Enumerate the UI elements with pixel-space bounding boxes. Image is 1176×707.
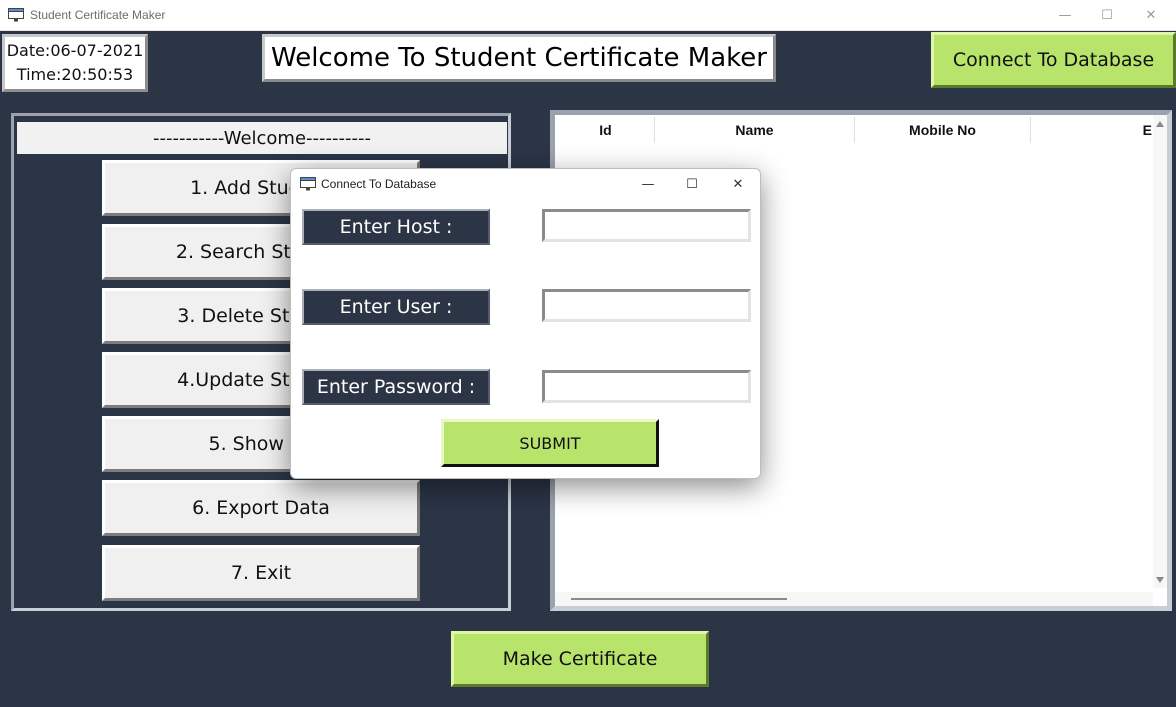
table-header: Id Name Mobile No E	[557, 117, 1155, 143]
column-header-mobile[interactable]: Mobile No	[855, 117, 1031, 143]
window-titlebar: Student Certificate Maker — ☐ ✕	[0, 0, 1176, 31]
host-label: Enter Host :	[302, 209, 490, 245]
page-title: Welcome To Student Certificate Maker	[262, 34, 776, 82]
password-input[interactable]	[542, 370, 751, 403]
close-icon: ✕	[1145, 8, 1157, 23]
window-title: Student Certificate Maker	[30, 8, 166, 22]
vertical-scrollbar[interactable]	[1153, 115, 1167, 588]
date-label: Date:06-07-2021	[6, 41, 144, 60]
user-input[interactable]	[542, 289, 751, 322]
maximize-icon: ☐	[1101, 8, 1113, 23]
submit-button[interactable]: SUBMIT	[441, 419, 659, 467]
dialog-title: Connect To Database	[321, 177, 437, 191]
dialog-minimize-button[interactable]: —	[626, 169, 670, 199]
minimize-icon: —	[641, 176, 655, 192]
time-label: Time:20:50:53	[16, 65, 134, 84]
column-header-email[interactable]: E	[1031, 117, 1155, 143]
connect-database-dialog: Connect To Database — ☐ ✕ Enter Host : E…	[290, 168, 761, 479]
dialog-maximize-button[interactable]: ☐	[670, 169, 714, 199]
dialog-titlebar: Connect To Database — ☐ ✕	[291, 169, 760, 199]
connect-database-button[interactable]: Connect To Database	[931, 32, 1176, 88]
close-button[interactable]: ✕	[1128, 0, 1174, 31]
close-icon: ✕	[732, 176, 744, 192]
column-header-name[interactable]: Name	[655, 117, 855, 143]
datetime-box: Date:06-07-2021 Time:20:50:53	[2, 34, 148, 92]
minimize-button[interactable]: —	[1042, 0, 1088, 31]
horizontal-scrollbar[interactable]	[555, 592, 1153, 606]
host-input[interactable]	[542, 209, 751, 242]
export-data-button[interactable]: 6. Export Data	[102, 480, 420, 536]
dialog-window-icon	[300, 177, 316, 191]
app-window-icon	[8, 8, 24, 22]
column-header-id[interactable]: Id	[557, 117, 655, 143]
scroll-arrows-icon	[1156, 121, 1164, 583]
maximize-button[interactable]: ☐	[1084, 0, 1130, 31]
maximize-icon: ☐	[686, 176, 698, 192]
minimize-icon: —	[1058, 8, 1072, 23]
user-label: Enter User :	[302, 289, 490, 325]
exit-button[interactable]: 7. Exit	[102, 545, 420, 601]
dialog-close-button[interactable]: ✕	[716, 169, 760, 199]
menu-header: -----------Welcome----------	[17, 122, 507, 154]
password-label: Enter Password :	[302, 369, 490, 405]
horizontal-scroll-thumb[interactable]	[571, 598, 787, 600]
make-certificate-button[interactable]: Make Certificate	[451, 631, 709, 687]
